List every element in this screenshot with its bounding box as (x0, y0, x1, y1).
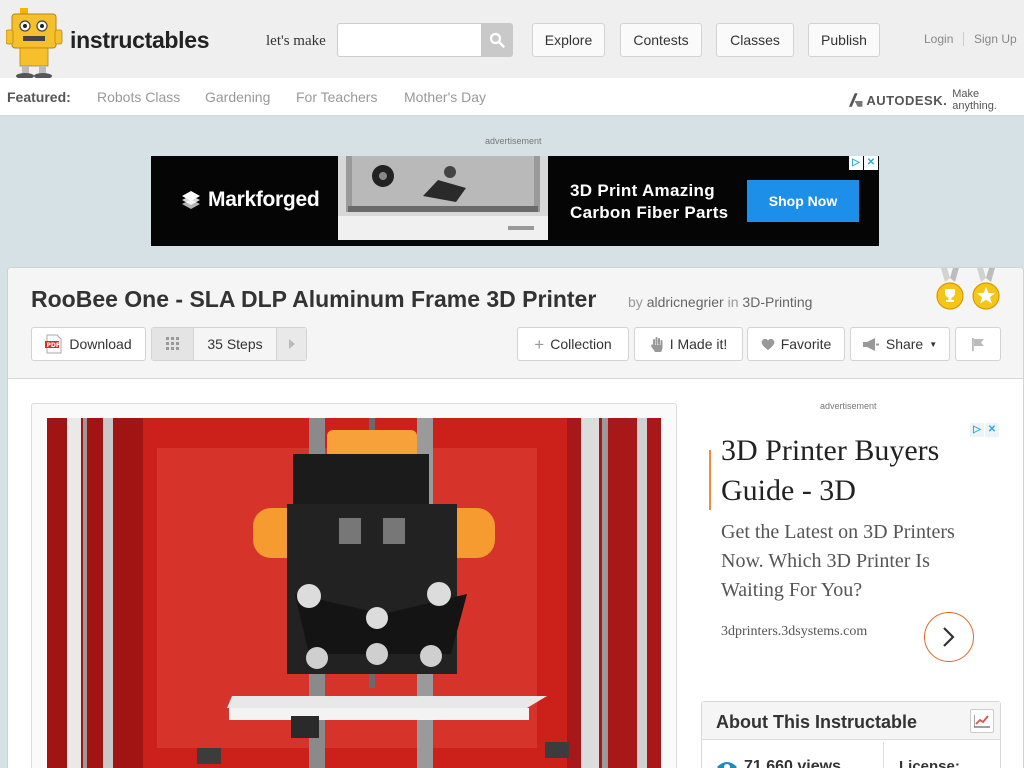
steps-label: 35 Steps (207, 336, 263, 352)
nav-publish-button[interactable]: Publish (808, 23, 880, 57)
signup-link[interactable]: Sign Up (974, 32, 1017, 46)
megaphone-icon (862, 337, 879, 351)
category-link[interactable]: 3D-Printing (742, 294, 812, 310)
heart-icon (761, 338, 775, 350)
pdf-icon: PDF (45, 334, 62, 354)
markforged-mark-icon (182, 191, 200, 209)
favorite-label: Favorite (780, 336, 832, 352)
about-header: About This Instructable (702, 702, 1000, 740)
steps-grid-button[interactable] (152, 328, 194, 360)
featured-link-mothers-day[interactable]: Mother's Day (404, 89, 486, 105)
about-divider (883, 742, 884, 768)
site-header: instructables let's make Explore Contest… (0, 0, 1024, 80)
download-button[interactable]: PDF Download (31, 327, 146, 361)
byline-by: by (628, 294, 643, 310)
eye-icon (717, 762, 737, 768)
byline: by aldricnegrier in 3D-Printing (628, 294, 812, 310)
about-title: About This Instructable (716, 712, 918, 732)
download-label: Download (69, 336, 132, 352)
nav-explore-button[interactable]: Explore (532, 23, 605, 57)
grid-icon (165, 337, 179, 350)
collection-label: Collection (550, 336, 612, 352)
advertisement-label: advertisement (485, 136, 542, 146)
search-input[interactable] (337, 23, 481, 57)
made-it-label: I Made it! (669, 336, 728, 352)
views-label: 71,660 views (744, 758, 841, 768)
views-count: 71,660 views (716, 758, 841, 768)
side-ad-arrow-button[interactable] (924, 612, 974, 662)
featured-link-robots-class[interactable]: Robots Class (97, 89, 180, 105)
login-link[interactable]: Login (924, 32, 953, 46)
ad-close-icon[interactable]: ✕ (864, 156, 878, 170)
ad-headline-line2: Carbon Fiber Parts (570, 203, 729, 222)
side-advertisement-label: advertisement (820, 401, 877, 411)
ad-headline: 3D Print Amazing Carbon Fiber Parts (570, 180, 728, 224)
featured-link-for-teachers[interactable]: For Teachers (296, 89, 377, 105)
side-ad-body: Get the Latest on 3D Printers Now. Which… (721, 521, 955, 601)
next-step-button[interactable] (276, 328, 306, 360)
featured-label: Featured: (7, 89, 71, 105)
star-medal-icon[interactable] (972, 268, 1000, 312)
adchoices-icon[interactable]: ▷ (849, 156, 863, 170)
favorite-button[interactable]: Favorite (747, 327, 845, 361)
nav-contests-button[interactable]: Contests (620, 23, 702, 57)
share-label: Share (885, 336, 924, 352)
share-button[interactable]: Share ▼ (850, 327, 950, 361)
pdf-badge-text: PDF (47, 342, 60, 349)
trophy-medal-icon[interactable] (936, 268, 964, 312)
ad-headline-line1: 3D Print Amazing (570, 181, 715, 200)
robot-logo-icon[interactable] (6, 8, 64, 80)
shop-now-button[interactable]: Shop Now (747, 180, 859, 222)
main-image-card (31, 403, 677, 768)
stats-button[interactable] (970, 709, 994, 733)
flag-icon (972, 337, 984, 351)
steps-count-button[interactable]: 35 Steps (194, 328, 276, 360)
featured-link-gardening[interactable]: Gardening (205, 89, 270, 105)
autodesk-logo-icon (848, 93, 863, 107)
caret-down-icon: ▼ (929, 339, 938, 349)
auth-divider (963, 32, 964, 46)
i-made-it-button[interactable]: I Made it! (634, 327, 743, 361)
about-box: About This Instructable 71,660 views Lic… (701, 701, 1001, 768)
hand-icon (650, 336, 663, 352)
instructable-container: RooBee One - SLA DLP Aluminum Frame 3D P… (7, 267, 1024, 768)
lets-make-label: let's make (266, 33, 326, 49)
steps-navigator: 35 Steps (151, 327, 307, 361)
plus-icon: + (534, 334, 545, 354)
side-ad-headline[interactable]: 3D Printer Buyers Guide - 3D (721, 431, 991, 511)
autodesk-sponsor[interactable]: AUTODESK. Make anything. (848, 88, 1024, 112)
chevron-right-icon (288, 339, 295, 349)
search-icon (489, 32, 505, 48)
printer-photo[interactable] (47, 418, 661, 768)
chevron-right-icon (943, 627, 955, 647)
add-to-collection-button[interactable]: + Collection (517, 327, 629, 361)
report-flag-button[interactable] (955, 327, 1001, 361)
side-ad[interactable]: ▷ ✕ 3D Printer Buyers Guide - 3D Get the… (708, 423, 1001, 675)
featured-bar: Featured: Robots Class Gardening For Tea… (0, 78, 1024, 116)
top-banner-ad[interactable]: Markforged 3D Print Amazing Carbon Fiber… (151, 156, 879, 246)
side-ad-accent-bar (709, 450, 711, 510)
chart-line-icon (974, 715, 990, 728)
title-area: RooBee One - SLA DLP Aluminum Frame 3D P… (8, 268, 1023, 379)
instructable-title: RooBee One - SLA DLP Aluminum Frame 3D P… (31, 286, 597, 312)
autodesk-name: AUTODESK. (866, 92, 948, 108)
nav-classes-button[interactable]: Classes (716, 23, 794, 57)
markforged-brand: Markforged (208, 188, 320, 211)
side-ad-url[interactable]: 3dprinters.3dsystems.com (721, 624, 867, 640)
printer-product-image (338, 156, 548, 240)
autodesk-tagline: Make anything. (952, 88, 997, 112)
search-button[interactable] (481, 23, 513, 57)
byline-in: in (727, 294, 739, 310)
license-label: License: (899, 758, 960, 768)
markforged-logo: Markforged (179, 188, 320, 212)
author-link[interactable]: aldricnegrier (647, 294, 724, 310)
site-logo-text[interactable]: instructables (70, 27, 210, 54)
